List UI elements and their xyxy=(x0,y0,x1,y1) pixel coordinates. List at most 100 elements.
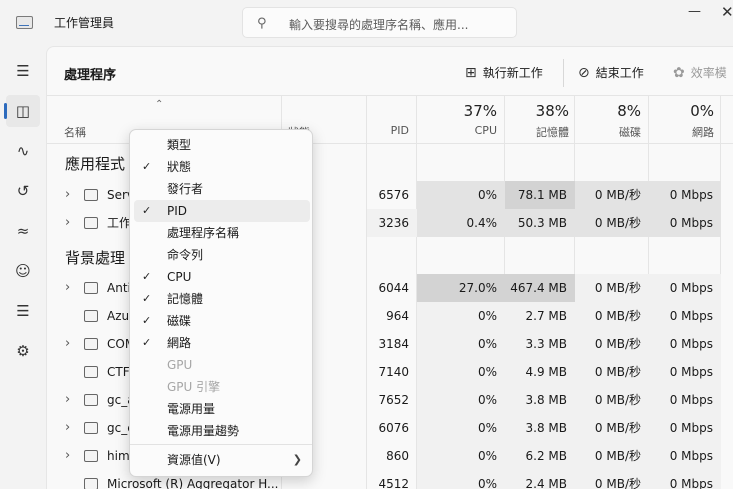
pid-cell: 3236 xyxy=(367,209,417,237)
pid-cell: 4512 xyxy=(378,477,409,489)
menu-item-publisher[interactable]: 發行者 xyxy=(134,178,310,200)
chevron-right-icon: ❯ xyxy=(292,453,302,466)
memory-usage-total: 38% xyxy=(535,102,569,120)
menu-item-label: PID xyxy=(167,204,188,218)
chevron-right-icon[interactable]: › xyxy=(65,386,70,414)
menu-item-label: 命令列 xyxy=(167,248,204,262)
cpu-cell: 0% xyxy=(417,358,505,386)
header-top-divider xyxy=(47,95,733,96)
memory-cell: 467.4 MB xyxy=(505,274,575,302)
chevron-right-icon[interactable]: › xyxy=(65,330,70,358)
column-header-cpu[interactable]: CPU xyxy=(417,124,497,137)
menu-item-gpu-engine: GPU 引擎 xyxy=(134,376,310,398)
search-input[interactable]: 輸入要搜尋的處理序名稱、應用... xyxy=(289,16,468,33)
column-header-memory[interactable]: 記憶體 xyxy=(505,124,569,140)
nav-performance-icon[interactable]: ∿ xyxy=(6,135,40,167)
network-cell: 0 Mbps xyxy=(649,302,721,330)
checkmark-icon: ✓ xyxy=(142,204,152,217)
column-header-network[interactable]: 網路 xyxy=(649,124,714,140)
menu-item-label: 類型 xyxy=(167,138,192,152)
cpu-cell: 0% xyxy=(417,442,505,470)
column-header-pid[interactable]: PID xyxy=(367,124,409,137)
disk-cell: 0 MB/秒 xyxy=(575,302,649,330)
run-new-task-button[interactable]: ⊞ 執行新工作 xyxy=(465,64,543,81)
search-box[interactable]: ⚲ 輸入要搜尋的處理序名稱、應用... xyxy=(242,7,517,38)
menu-item-label: 發行者 xyxy=(167,182,204,196)
network-cell: 0 Mbps xyxy=(649,414,721,442)
process-icon xyxy=(84,189,98,201)
disk-cell: 0 MB/秒 xyxy=(575,330,649,358)
cpu-cell: 0% xyxy=(417,470,505,489)
disk-cell: 0 MB/秒 xyxy=(575,470,649,489)
pid-cell: 3184 xyxy=(378,337,409,351)
end-task-icon: ⊘ xyxy=(578,64,590,81)
left-navigation: ☰ ◫ ∿ ↺ ≈ ☺ ☰ ⚙ xyxy=(0,46,46,489)
checkmark-icon: ✓ xyxy=(142,314,152,327)
menu-item-status[interactable]: ✓ 狀態 xyxy=(134,156,310,178)
process-icon xyxy=(84,338,98,350)
group-header-background: 背景處理 xyxy=(65,249,126,267)
network-cell: 0 Mbps xyxy=(649,386,721,414)
menu-item-process-name[interactable]: 處理程序名稱 xyxy=(134,222,310,244)
column-header-name[interactable]: 名稱 xyxy=(64,124,86,140)
menu-item-network[interactable]: ✓ 網路 xyxy=(134,332,310,354)
nav-services-icon[interactable]: ⚙ xyxy=(6,335,40,367)
chevron-right-icon[interactable]: › xyxy=(65,442,70,470)
nav-processes-icon[interactable]: ◫ xyxy=(4,95,40,127)
memory-cell: 3.8 MB xyxy=(505,414,575,442)
menu-item-pid[interactable]: ✓ PID xyxy=(134,200,310,222)
disk-cell: 0 MB/秒 xyxy=(575,358,649,386)
memory-cell: 3.3 MB xyxy=(505,330,575,358)
nav-startup-icon[interactable]: ≈ xyxy=(6,215,40,247)
process-icon xyxy=(84,310,98,322)
network-cell: 0 Mbps xyxy=(649,330,721,358)
nav-app-history-icon[interactable]: ↺ xyxy=(6,175,40,207)
menu-item-cpu[interactable]: ✓ CPU xyxy=(134,266,310,288)
memory-cell: 4.9 MB xyxy=(505,358,575,386)
disk-cell: 0 MB/秒 xyxy=(575,414,649,442)
nav-users-icon[interactable]: ☺ xyxy=(6,255,40,287)
memory-cell: 2.4 MB xyxy=(505,470,575,489)
menu-item-disk[interactable]: ✓ 磁碟 xyxy=(134,310,310,332)
menu-item-resource-values[interactable]: 資源值(V) ❯ xyxy=(134,449,310,471)
pid-cell: 6044 xyxy=(378,281,409,295)
close-button[interactable]: ✕ xyxy=(721,3,733,21)
menu-toggle-button[interactable]: ☰ xyxy=(6,55,40,87)
pid-cell: 6076 xyxy=(378,421,409,435)
menu-item-command-line[interactable]: 命令列 xyxy=(134,244,310,266)
menu-item-label: 電源用量 xyxy=(167,402,216,416)
checkmark-icon: ✓ xyxy=(142,336,152,349)
leaf-icon: ✿ xyxy=(673,64,685,81)
network-cell: 0 Mbps xyxy=(649,442,721,470)
process-icon xyxy=(84,422,98,434)
chevron-right-icon[interactable]: › xyxy=(65,181,70,209)
pid-cell: 964 xyxy=(386,309,409,323)
efficiency-mode-button[interactable]: ✿ 效率模 xyxy=(673,64,727,81)
process-name: Anti xyxy=(107,281,131,295)
efficiency-mode-label: 效率模 xyxy=(690,66,727,80)
end-task-button[interactable]: ⊘ 結束工作 xyxy=(578,64,644,81)
minimize-button[interactable]: — xyxy=(688,4,701,19)
network-usage-total: 0% xyxy=(690,102,714,120)
menu-item-label: CPU xyxy=(167,270,192,284)
network-cell: 0 Mbps xyxy=(649,181,721,209)
menu-item-power-usage-trend[interactable]: 電源用量趨勢 xyxy=(134,420,310,442)
process-icon xyxy=(84,282,98,294)
chevron-right-icon[interactable]: › xyxy=(65,274,70,302)
menu-item-memory[interactable]: ✓ 記憶體 xyxy=(134,288,310,310)
cpu-cell: 0% xyxy=(417,330,505,358)
cpu-cell: 0% xyxy=(417,302,505,330)
network-cell: 0 Mbps xyxy=(649,470,721,489)
disk-cell: 0 MB/秒 xyxy=(575,442,649,470)
menu-item-power-usage[interactable]: 電源用量 xyxy=(134,398,310,420)
disk-cell: 0 MB/秒 xyxy=(575,386,649,414)
nav-details-icon[interactable]: ☰ xyxy=(6,295,40,327)
app-title: 工作管理員 xyxy=(54,16,115,30)
menu-item-type[interactable]: 類型 xyxy=(134,134,310,156)
menu-item-gpu: GPU xyxy=(134,354,310,376)
chevron-right-icon[interactable]: › xyxy=(65,209,70,237)
process-name: 工作 xyxy=(107,216,132,230)
column-header-disk[interactable]: 磁碟 xyxy=(575,124,641,140)
cpu-cell: 27.0% xyxy=(417,274,505,302)
chevron-right-icon[interactable]: › xyxy=(65,414,70,442)
